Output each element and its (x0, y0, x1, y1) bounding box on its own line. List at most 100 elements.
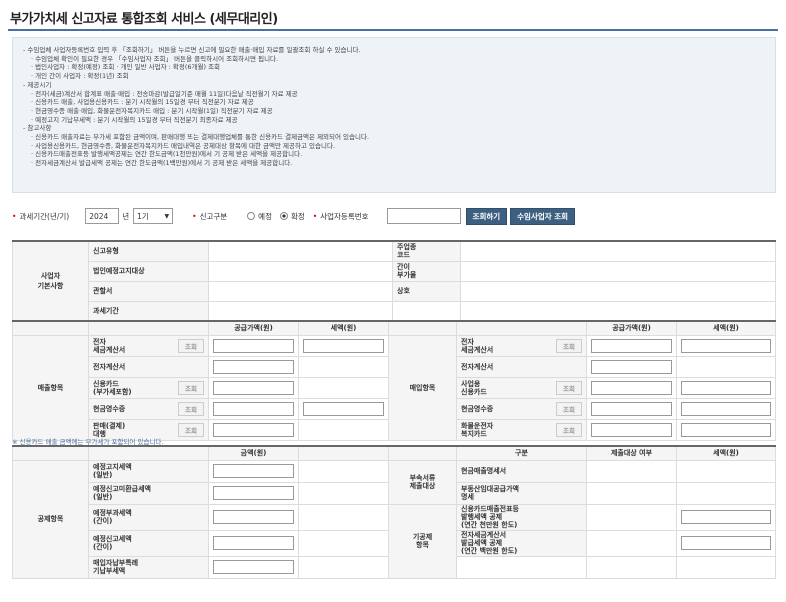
deduction-row-label: 매입자납부특례 기납부세액 (88, 555, 209, 579)
opt-prelim-label: 예정 (258, 211, 272, 221)
purchase-row-label: 전자 세금계산서 조회 (456, 334, 587, 357)
opt-final-label: 확정 (290, 211, 305, 221)
client-search-button[interactable]: 수임사업자 조회 (510, 207, 576, 225)
report-type-label: 신고구분 (199, 211, 228, 221)
purchase-tax-header: 세액(원) (676, 320, 776, 336)
main-biz-label: 주업종 코드 (392, 240, 461, 262)
purchase-supply-input[interactable] (591, 422, 672, 437)
guide-line: · 법인사업자 : 확정(예정) 조회 · 개인 일반 사업자 : 확정(6개월… (31, 63, 221, 72)
chevron-down-icon: ▼ (164, 212, 170, 220)
main-biz-value (460, 240, 776, 262)
purchase-supply-input[interactable] (591, 338, 672, 353)
required-mark: • (12, 211, 17, 221)
purchase-supply-input[interactable] (591, 359, 672, 374)
corp-prelim-label: 법인예정고지대상 (88, 260, 209, 282)
purchase-row-label: 현금영수증 조회 (456, 397, 587, 420)
jurisdiction-value (208, 280, 393, 302)
sales-view-button[interactable]: 조회 (178, 422, 204, 437)
purchase-tax-input[interactable] (681, 380, 771, 395)
other-row-label: 전자세금계산서 발급세액 공제 (연간 백만원 한도) (456, 529, 587, 557)
deduction-amount-input[interactable] (213, 464, 294, 478)
deduction-table: 금액(원) 구분 제출대상 여부 세액(원) 공제항목 예정고지세액 (일반) 부속서류 제… (12, 445, 776, 579)
sales-tax-header: 세액(원) (298, 320, 389, 336)
purchase-supply-header: 공급가액(원) (586, 320, 677, 336)
purchase-view-button[interactable]: 조회 (556, 380, 582, 395)
attach-row-label: 현금매출명세서 (456, 459, 587, 483)
deduction-row-label: 예정신고세액 (간이) (88, 529, 209, 557)
deduction-tax-header: 세액(원) (676, 445, 776, 461)
guide-line: · 신용카드 매출자료는 부가세 포함된 금액이며, 판매대행 또는 결제대행업… (31, 133, 370, 142)
sales-section-label: 매출항목 (12, 334, 89, 441)
page-title: 부가가치세 신고자료 통합조회 서비스 (세무대리인) (10, 12, 278, 27)
purchase-section-label: 매입항목 (388, 334, 457, 441)
simple-tax-label: 간이 부가율 (392, 260, 461, 282)
purchase-supply-input[interactable] (591, 380, 672, 395)
trade-name-value (460, 280, 776, 302)
guide-line: - 수임업체 사업자등록번호 입력 후 「조회하기」 버튼을 누르면 신고에 필… (23, 46, 361, 54)
guide-line: · 전자(세금)계산서 합계표 매출·매입 : 전송마감(발급일기준 매월 11… (31, 89, 298, 98)
sales-tax-input[interactable] (303, 338, 384, 353)
deduction-row-label: 예정신고미환급세액 (일반) (88, 481, 209, 505)
basic-section-label: 사업자 기본사항 (12, 240, 89, 322)
attach-row-label: 부동산임대공급가액 명세 (456, 481, 587, 505)
guide-line: · 예정고지 기납부세액 : 분기 시작월의 15일경 부터 직전분기 최종자료… (31, 115, 238, 124)
purchase-view-button[interactable]: 조회 (556, 401, 582, 416)
guide-line: · 신용카드매출전표등 발행세액공제는 연간 한도금액(1천만원)에서 기 공제… (31, 150, 303, 159)
trade-name-label: 상호 (392, 280, 461, 302)
guide-line: · 신용카드 매출, 사업용신용카드 : 분기 시작월의 15일경 부터 직전분… (31, 98, 254, 107)
deduction-row-label: 예정고지세액 (일반) (88, 459, 209, 483)
sales-row-label: 전자 세금계산서 조회 (88, 334, 209, 357)
term-select[interactable]: 1기 ▼ (133, 208, 174, 224)
deduction-amount-input[interactable] (213, 536, 294, 550)
purchase-tax-input[interactable] (681, 338, 771, 353)
deduction-amount-header: 금액(원) (208, 445, 299, 461)
guide-line: · 개인 간이 사업자 : 확정(1년) 조회 (31, 72, 129, 81)
sales-supply-input[interactable] (213, 338, 294, 353)
sales-purchase-table: 공급가액(원) 세액(원) 공급가액(원) 세액(원) 매출항목 전자 세금계산서 조회 매입… (12, 320, 776, 441)
purchase-tax-input[interactable] (681, 422, 771, 437)
sales-supply-input[interactable] (213, 380, 294, 395)
sales-row-label: 현금영수증 조회 (88, 397, 209, 420)
purchase-tax-input[interactable] (681, 401, 771, 416)
period-value (208, 300, 393, 322)
sales-supply-input[interactable] (213, 401, 294, 416)
title-divider (8, 29, 778, 31)
deduction-amount-input[interactable] (213, 560, 294, 574)
purchase-supply-input[interactable] (591, 401, 672, 416)
report-type-field-label: 신고유형 (88, 240, 209, 262)
sales-view-button[interactable]: 조회 (178, 401, 204, 416)
jurisdiction-label: 관할서 (88, 280, 209, 302)
other-tax-input[interactable] (681, 536, 771, 550)
other-row-label: 신용카드매출전표등 발행세액 공제 (연간 천만원 한도) (456, 503, 587, 531)
sales-supply-input[interactable] (213, 422, 294, 437)
deduction-eligible-header: 제출대상 여부 (586, 445, 677, 461)
deduction-section-label: 공제항목 (12, 459, 89, 579)
deduction-amount-input[interactable] (213, 510, 294, 524)
deduction-amount-input[interactable] (213, 486, 294, 500)
radio-final[interactable] (279, 212, 288, 220)
period-label: 과세기간(년/기) (19, 211, 70, 221)
sales-view-button[interactable]: 조회 (178, 380, 204, 395)
search-button[interactable]: 조회하기 (465, 207, 508, 225)
guide-line: · 현금영수증 매출·매입, 화물운전자복지카드 매입 : 분기 시작월(1일)… (31, 106, 273, 115)
radio-prelim[interactable] (247, 212, 256, 220)
sales-view-button[interactable]: 조회 (178, 338, 204, 353)
other-section-label: 기공제 항목 (388, 503, 457, 579)
guide-box: - 수임업체 사업자등록번호 입력 후 「조회하기」 버튼을 누르면 신고에 필… (12, 37, 776, 193)
bizno-input[interactable] (386, 208, 461, 224)
basic-info-table: 사업자 기본사항 신고유형 주업종 코드 법인예정고지대상 간이 부가율 관할서… (12, 240, 776, 322)
other-tax-input[interactable] (681, 510, 771, 524)
report-type-value (208, 240, 393, 262)
year-select[interactable]: 2024 (85, 208, 120, 224)
purchase-row-label: 사업용 신용카드 조회 (456, 376, 587, 399)
sales-row-label: 전자계산서 (88, 355, 209, 378)
sales-tax-input[interactable] (303, 401, 384, 416)
guide-line: - 제공시기 (23, 80, 52, 89)
bizno-label: 사업자등록번호 (320, 211, 369, 221)
required-mark: • (312, 211, 318, 221)
sales-supply-input[interactable] (213, 359, 294, 374)
purchase-view-button[interactable]: 조회 (556, 338, 582, 353)
year-unit: 년 (122, 211, 130, 221)
purchase-row-label: 화물운전자 복지카드 조회 (456, 418, 587, 441)
purchase-view-button[interactable]: 조회 (556, 422, 582, 437)
